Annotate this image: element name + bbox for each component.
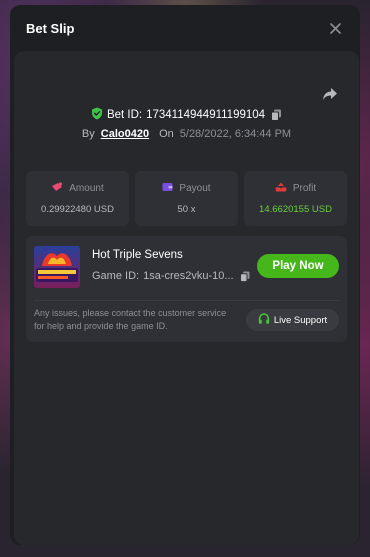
game-id-value: 1sa-cres2vku-10... bbox=[143, 270, 234, 282]
bet-id-value: 1734114944911199104 bbox=[146, 109, 266, 121]
modal-title: Bet Slip bbox=[26, 20, 75, 36]
stat-profit: Profit 14.6620155 USD bbox=[244, 171, 347, 226]
stat-amount-value: 0.29922480 USD bbox=[41, 204, 114, 215]
live-support-button[interactable]: Live Support bbox=[246, 309, 339, 331]
stat-payout: Payout 50 x bbox=[135, 171, 238, 226]
close-icon[interactable] bbox=[326, 19, 344, 37]
coins-icon bbox=[51, 182, 63, 195]
bet-stats: Amount 0.29922480 USD Payout 50 x Profit… bbox=[26, 171, 347, 226]
bet-slip-body: Bet ID: 1734114944911199104 By Calo0420 … bbox=[14, 51, 359, 545]
bet-meta-row: By Calo0420 On 5/28/2022, 6:34:44 PM bbox=[14, 128, 359, 140]
stat-profit-label: Profit bbox=[292, 183, 317, 194]
copy-icon[interactable] bbox=[239, 271, 250, 282]
stat-amount: Amount 0.29922480 USD bbox=[26, 171, 129, 226]
support-message: Any issues, please contact the customer … bbox=[34, 308, 227, 331]
bet-datetime: 5/28/2022, 6:34:44 PM bbox=[179, 128, 292, 140]
stat-payout-label: Payout bbox=[179, 183, 211, 194]
game-thumbnail[interactable] bbox=[34, 246, 80, 288]
game-name[interactable]: Hot Triple Sevens bbox=[92, 249, 183, 261]
by-label: By bbox=[81, 128, 95, 140]
wallet-icon bbox=[162, 182, 173, 195]
stat-amount-label: Amount bbox=[69, 183, 104, 194]
stat-payout-value: 50 x bbox=[177, 204, 196, 215]
bet-id-label: Bet ID: bbox=[106, 109, 143, 121]
play-now-button[interactable]: Play Now bbox=[257, 254, 339, 278]
live-support-label: Live Support bbox=[273, 314, 328, 326]
bet-slip-modal: Bet Slip Bet ID: 1734114944911199104 By … bbox=[10, 5, 360, 545]
profit-icon bbox=[275, 182, 287, 195]
on-label: On bbox=[159, 128, 174, 140]
verified-shield-icon bbox=[91, 107, 103, 123]
headset-icon bbox=[258, 312, 270, 328]
modal-header: Bet Slip bbox=[10, 5, 360, 51]
copy-icon[interactable] bbox=[271, 109, 282, 121]
divider bbox=[34, 300, 339, 301]
bet-id-row: Bet ID: 1734114944911199104 bbox=[14, 107, 359, 123]
game-id-label: Game ID: bbox=[92, 270, 140, 282]
share-icon[interactable] bbox=[321, 85, 341, 105]
username-link[interactable]: Calo0420 bbox=[101, 128, 149, 140]
game-id-row: Game ID: 1sa-cres2vku-10... bbox=[92, 270, 250, 282]
game-card: Hot Triple Sevens Game ID: 1sa-cres2vku-… bbox=[26, 236, 347, 342]
stat-profit-value: 14.6620155 USD bbox=[259, 204, 332, 215]
